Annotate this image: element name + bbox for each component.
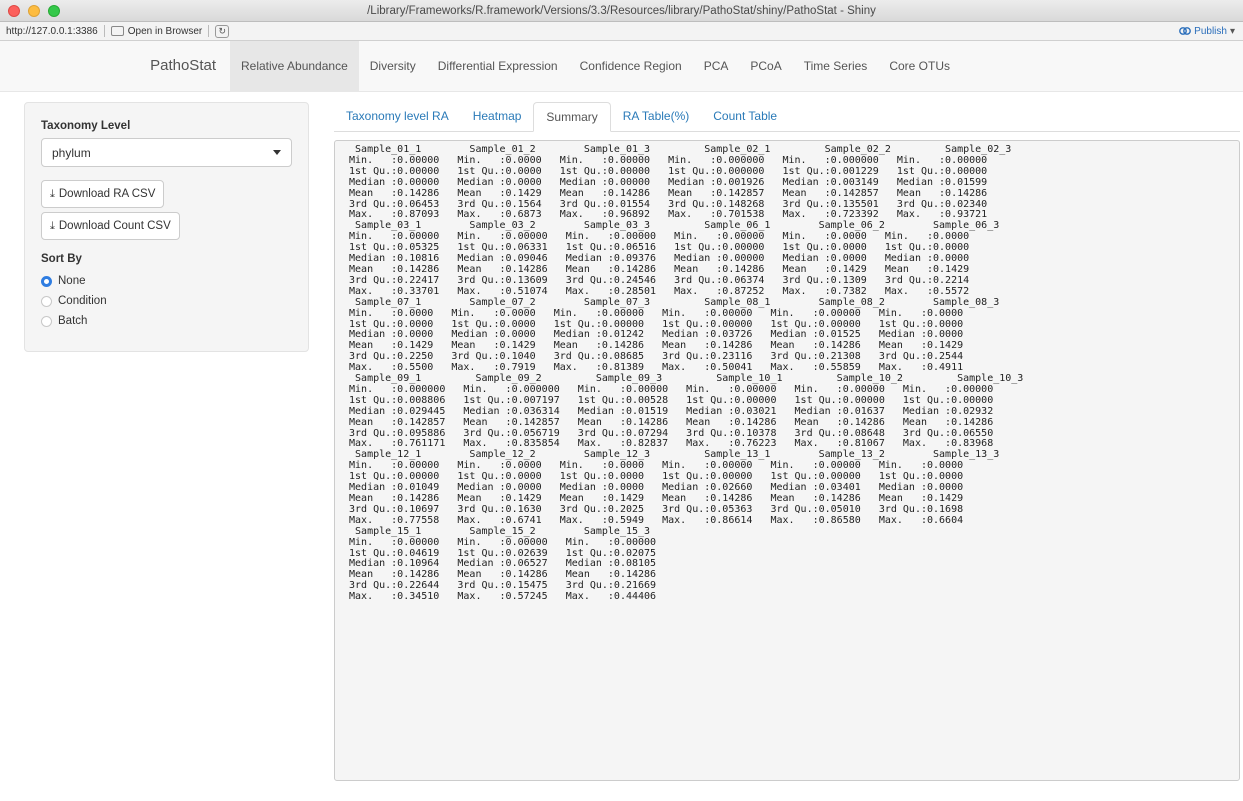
taxonomy-level-value: phylum (52, 145, 91, 160)
radio-icon[interactable] (41, 315, 52, 327)
nav-core-otus[interactable]: Core OTUs (878, 41, 961, 91)
tab-ra-table[interactable]: RA Table(%) (611, 102, 701, 131)
url-text[interactable]: http://127.0.0.1:3386 (6, 26, 98, 37)
divider (208, 25, 210, 37)
window-title: /Library/Frameworks/R.framework/Versions… (367, 4, 876, 17)
refresh-icon[interactable]: ↻ (215, 24, 230, 38)
publish-button[interactable]: Publish ▾ (1179, 26, 1235, 37)
window-titlebar: /Library/Frameworks/R.framework/Versions… (0, 0, 1243, 22)
nav-time-series[interactable]: Time Series (793, 41, 879, 91)
download-ra-csv-label: Download RA CSV (58, 188, 156, 200)
browser-window-icon (110, 26, 124, 36)
sidebar-panel: Taxonomy Level phylum ⤓ Download RA CSV … (24, 102, 309, 352)
divider (103, 25, 105, 37)
open-in-browser-button[interactable]: Open in Browser (110, 25, 203, 37)
sort-option-none[interactable]: None (41, 271, 292, 291)
publish-icon (1179, 27, 1192, 35)
nav-differential-expression[interactable]: Differential Expression (427, 41, 569, 91)
sort-option-label: None (58, 275, 86, 287)
zoom-window-button[interactable] (48, 5, 60, 17)
tab-heatmap[interactable]: Heatmap (461, 102, 534, 131)
taxonomy-level-select[interactable]: phylum (41, 138, 292, 167)
tab-summary[interactable]: Summary (533, 102, 611, 132)
nav-relative-abundance[interactable]: Relative Abundance (230, 41, 359, 91)
app-brand[interactable]: PathoStat (0, 41, 230, 91)
close-window-button[interactable] (8, 5, 20, 17)
download-count-csv-label: Download Count CSV (58, 220, 171, 232)
sort-option-condition[interactable]: Condition (41, 291, 292, 311)
sort-option-label: Condition (58, 295, 107, 307)
summary-output: Sample_01_1 Sample_01_2 Sample_01_3 Samp… (334, 140, 1240, 781)
navbar: PathoStat Relative Abundance Diversity D… (0, 41, 1243, 92)
chevron-down-icon: ▾ (1229, 25, 1235, 37)
tab-taxonomy-level-ra[interactable]: Taxonomy level RA (334, 102, 461, 131)
nav-pcoa[interactable]: PCoA (739, 41, 792, 91)
taxonomy-level-label: Taxonomy Level (41, 120, 131, 132)
minimize-window-button[interactable] (28, 5, 40, 17)
url-bar: http://127.0.0.1:3386 Open in Browser ↻ … (0, 22, 1243, 41)
window-controls (8, 5, 60, 17)
radio-selected-icon[interactable] (41, 275, 52, 287)
nav-diversity[interactable]: Diversity (359, 41, 427, 91)
open-in-browser-label: Open in Browser (127, 25, 203, 37)
tab-count-table[interactable]: Count Table (701, 102, 789, 131)
download-count-csv-button[interactable]: ⤓ Download Count CSV (41, 212, 180, 240)
nav-confidence-region[interactable]: Confidence Region (569, 41, 693, 91)
sort-option-batch[interactable]: Batch (41, 311, 292, 331)
download-icon: ⤓ (50, 187, 55, 200)
caret-down-icon (273, 150, 281, 155)
publish-label: Publish (1194, 25, 1227, 37)
content-tabs: Taxonomy level RA Heatmap Summary RA Tab… (334, 102, 1240, 132)
radio-icon[interactable] (41, 295, 52, 307)
download-icon: ⤓ (50, 219, 55, 232)
sort-by-label: Sort By (41, 253, 82, 265)
download-ra-csv-button[interactable]: ⤓ Download RA CSV (41, 180, 165, 208)
nav-pca[interactable]: PCA (693, 41, 740, 91)
sort-option-label: Batch (58, 315, 88, 327)
